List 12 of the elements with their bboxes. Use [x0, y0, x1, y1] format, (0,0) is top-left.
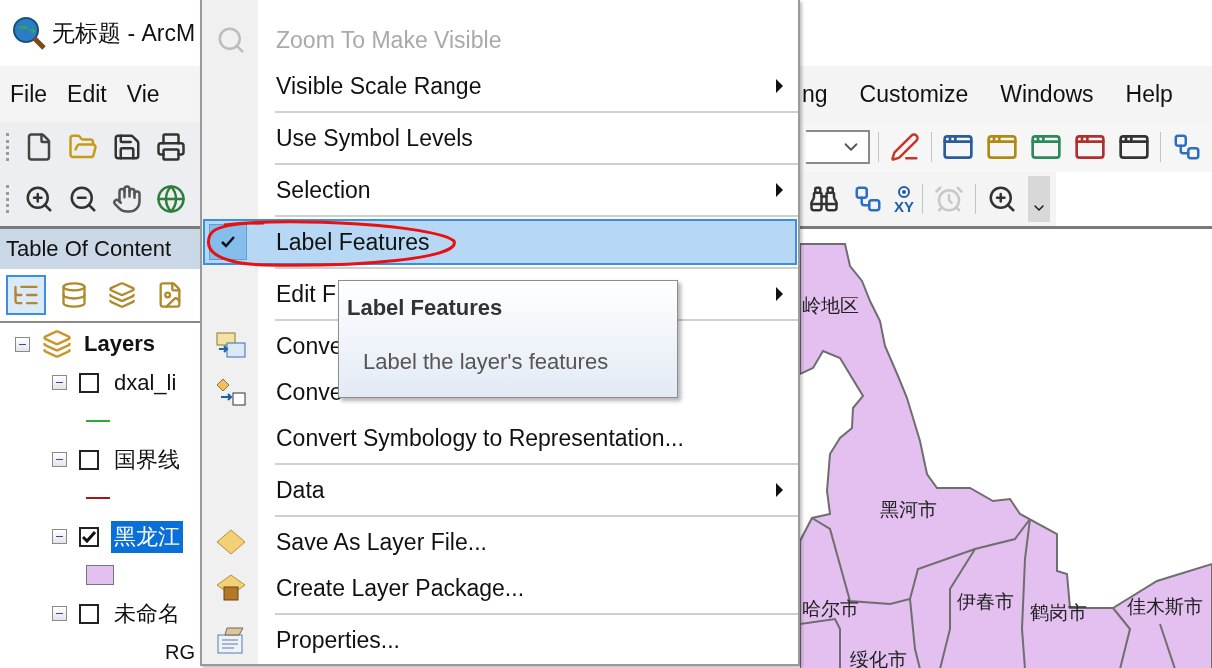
- tooltip-title: Label Features: [347, 295, 504, 321]
- map-label: 伊春市: [957, 590, 1014, 612]
- map-label: 佳木斯市: [1127, 595, 1203, 617]
- map-label: 绥化市: [850, 648, 907, 668]
- layer-group-name: Layers: [84, 331, 155, 358]
- map-label: 黑河市: [880, 498, 937, 520]
- tooltip-text: Label the layer's features: [362, 349, 610, 375]
- map-label: 岭地区: [802, 294, 859, 316]
- window-title: 无标题 - ArcM: [52, 18, 196, 48]
- legend-label: RG: [165, 640, 195, 664]
- panel-title: Table Of Content: [6, 236, 172, 262]
- map-label: 哈尔市: [802, 597, 859, 619]
